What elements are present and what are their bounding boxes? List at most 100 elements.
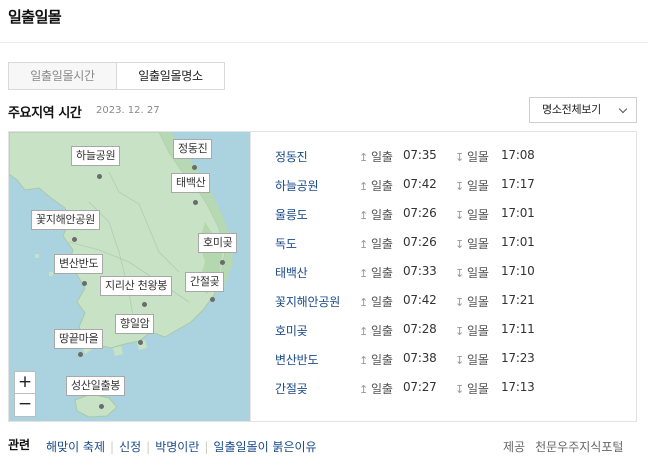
sunset-time: 17:08 xyxy=(501,148,535,162)
marker-dot-hyangiram[interactable] xyxy=(138,340,143,345)
arrow-up-icon: ↥ xyxy=(359,354,369,367)
sunset-label: ↧ 일몰 xyxy=(455,353,489,367)
map-marker-hyangiram[interactable]: 향일암 xyxy=(115,314,155,334)
sunrise-time: 07:26 xyxy=(403,235,437,249)
map-zoom-control: + − xyxy=(14,371,36,417)
arrow-up-icon: ↥ xyxy=(359,383,369,396)
spot-name-link[interactable]: 정동진 xyxy=(275,148,308,165)
zoom-out-button[interactable]: − xyxy=(15,394,35,416)
sunset-time: 17:23 xyxy=(501,351,535,365)
tab-bar: 일출일몰시간 일출일몰명소 xyxy=(8,62,225,90)
spot-name-link[interactable]: 꽃지해안공원 xyxy=(275,293,340,310)
source-label: 제공 xyxy=(503,440,526,454)
spots-panel: 하늘공원 정동진 태백산 꽃지해안공원 호미곶 변산반도 지리산 천왕봉 간절곶… xyxy=(8,131,637,422)
related-label: 관련 xyxy=(8,438,31,452)
map-marker-jeongdongjin[interactable]: 정동진 xyxy=(173,139,213,159)
marker-dot-ganjeolgot[interactable] xyxy=(210,297,215,302)
list-item: 꽃지해안공원 ↥ 일출 07:42 ↧ 일몰 17:21 xyxy=(275,293,635,322)
sunrise-time: 07:26 xyxy=(403,206,437,220)
arrow-up-icon: ↥ xyxy=(359,267,369,280)
related-link[interactable]: 박명이란 xyxy=(155,440,199,454)
arrow-down-icon: ↧ xyxy=(455,209,465,222)
zoom-in-button[interactable]: + xyxy=(15,372,35,394)
map-view[interactable]: 하늘공원 정동진 태백산 꽃지해안공원 호미곶 변산반도 지리산 천왕봉 간절곶… xyxy=(9,132,250,421)
map-marker-ganjeolgot[interactable]: 간절곶 xyxy=(185,272,225,292)
sunrise-time: 07:33 xyxy=(403,264,437,278)
marker-dot-kkotji[interactable] xyxy=(72,237,77,242)
sunrise-label: ↥ 일출 xyxy=(359,266,393,280)
related-link[interactable]: 해맞이 축제 xyxy=(46,440,105,454)
sunset-time: 17:11 xyxy=(501,322,535,336)
map-marker-jirisan[interactable]: 지리산 천왕봉 xyxy=(100,276,173,296)
map-marker-byeonsan[interactable]: 변산반도 xyxy=(54,254,104,274)
link-divider: | xyxy=(204,440,209,454)
sunrise-time: 07:38 xyxy=(403,351,437,365)
sunset-label: ↧ 일몰 xyxy=(455,208,489,222)
sunrise-time: 07:42 xyxy=(403,177,437,191)
sunrise-label: ↥ 일출 xyxy=(359,150,393,164)
sunrise-label: ↥ 일출 xyxy=(359,237,393,251)
list-item: 정동진 ↥ 일출 07:35 ↧ 일몰 17:08 xyxy=(275,148,635,177)
map-marker-taebaeksan[interactable]: 태백산 xyxy=(171,173,211,193)
sunrise-time: 07:27 xyxy=(403,380,437,394)
marker-dot-ttangkkeut[interactable] xyxy=(78,352,83,357)
sunset-label: ↧ 일몰 xyxy=(455,295,489,309)
title-divider xyxy=(0,42,648,43)
map-marker-seongsan[interactable]: 성산일출봉 xyxy=(66,376,126,396)
sunrise-time: 07:42 xyxy=(403,293,437,307)
sunrise-label: ↥ 일출 xyxy=(359,324,393,338)
arrow-down-icon: ↧ xyxy=(455,383,465,396)
sunset-time: 17:17 xyxy=(501,177,535,191)
tab-sunrise-spots[interactable]: 일출일몰명소 xyxy=(116,62,225,90)
spot-name-link[interactable]: 변산반도 xyxy=(275,351,319,368)
sunset-time: 17:13 xyxy=(501,380,535,394)
sunset-label: ↧ 일몰 xyxy=(455,324,489,338)
spot-name-link[interactable]: 독도 xyxy=(275,235,297,252)
dropdown-label: 명소전체보기 xyxy=(542,103,601,116)
marker-dot-jirisan[interactable] xyxy=(142,302,147,307)
list-item: 울릉도 ↥ 일출 07:26 ↧ 일몰 17:01 xyxy=(275,206,635,235)
sunrise-label: ↥ 일출 xyxy=(359,208,393,222)
sunset-label: ↧ 일몰 xyxy=(455,237,489,251)
arrow-down-icon: ↧ xyxy=(455,296,465,309)
list-item: 태백산 ↥ 일출 07:33 ↧ 일몰 17:10 xyxy=(275,264,635,293)
related-link[interactable]: 신정 xyxy=(119,440,141,454)
marker-dot-byeonsan[interactable] xyxy=(82,281,87,286)
sunrise-label: ↥ 일출 xyxy=(359,295,393,309)
section-date: 2023. 12. 27 xyxy=(96,105,160,116)
spot-name-link[interactable]: 태백산 xyxy=(275,264,308,281)
marker-dot-haneul-park[interactable] xyxy=(97,174,102,179)
related-link[interactable]: 일출일몰이 붉은이유 xyxy=(213,440,316,454)
arrow-down-icon: ↧ xyxy=(455,238,465,251)
spot-name-link[interactable]: 하늘공원 xyxy=(275,177,319,194)
map-marker-kkotji[interactable]: 꽃지해안공원 xyxy=(31,210,100,230)
arrow-down-icon: ↧ xyxy=(455,325,465,338)
marker-dot-seongsan[interactable] xyxy=(99,404,104,409)
sunrise-label: ↥ 일출 xyxy=(359,179,393,193)
marker-dot-taebaeksan[interactable] xyxy=(193,200,198,205)
marker-dot-homigot[interactable] xyxy=(220,260,225,265)
spot-name-link[interactable]: 울릉도 xyxy=(275,206,308,223)
list-item: 간절곶 ↥ 일출 07:27 ↧ 일몰 17:13 xyxy=(275,380,635,409)
sunrise-time: 07:35 xyxy=(403,148,437,162)
map-marker-homigot[interactable]: 호미곶 xyxy=(198,233,238,253)
list-item: 독도 ↥ 일출 07:26 ↧ 일몰 17:01 xyxy=(275,235,635,264)
view-all-spots-dropdown[interactable]: 명소전체보기 xyxy=(529,97,637,123)
tab-sunrise-times[interactable]: 일출일몰시간 xyxy=(8,62,116,90)
spot-name-link[interactable]: 간절곶 xyxy=(275,380,308,397)
list-item: 변산반도 ↥ 일출 07:38 ↧ 일몰 17:23 xyxy=(275,351,635,380)
sunset-time: 17:01 xyxy=(501,206,535,220)
spot-name-link[interactable]: 호미곶 xyxy=(275,322,308,339)
arrow-up-icon: ↥ xyxy=(359,296,369,309)
map-marker-ttangkkeut[interactable]: 땅끝마을 xyxy=(54,329,104,349)
sunrise-time: 07:28 xyxy=(403,322,437,336)
arrow-down-icon: ↧ xyxy=(455,180,465,193)
list-item: 호미곶 ↥ 일출 07:28 ↧ 일몰 17:11 xyxy=(275,322,635,351)
arrow-up-icon: ↥ xyxy=(359,238,369,251)
arrow-up-icon: ↥ xyxy=(359,180,369,193)
marker-dot-jeongdongjin[interactable] xyxy=(192,165,197,170)
sunset-label: ↧ 일몰 xyxy=(455,150,489,164)
map-marker-haneul-park[interactable]: 하늘공원 xyxy=(71,146,121,166)
arrow-up-icon: ↥ xyxy=(359,151,369,164)
sunset-time: 17:21 xyxy=(501,293,535,307)
